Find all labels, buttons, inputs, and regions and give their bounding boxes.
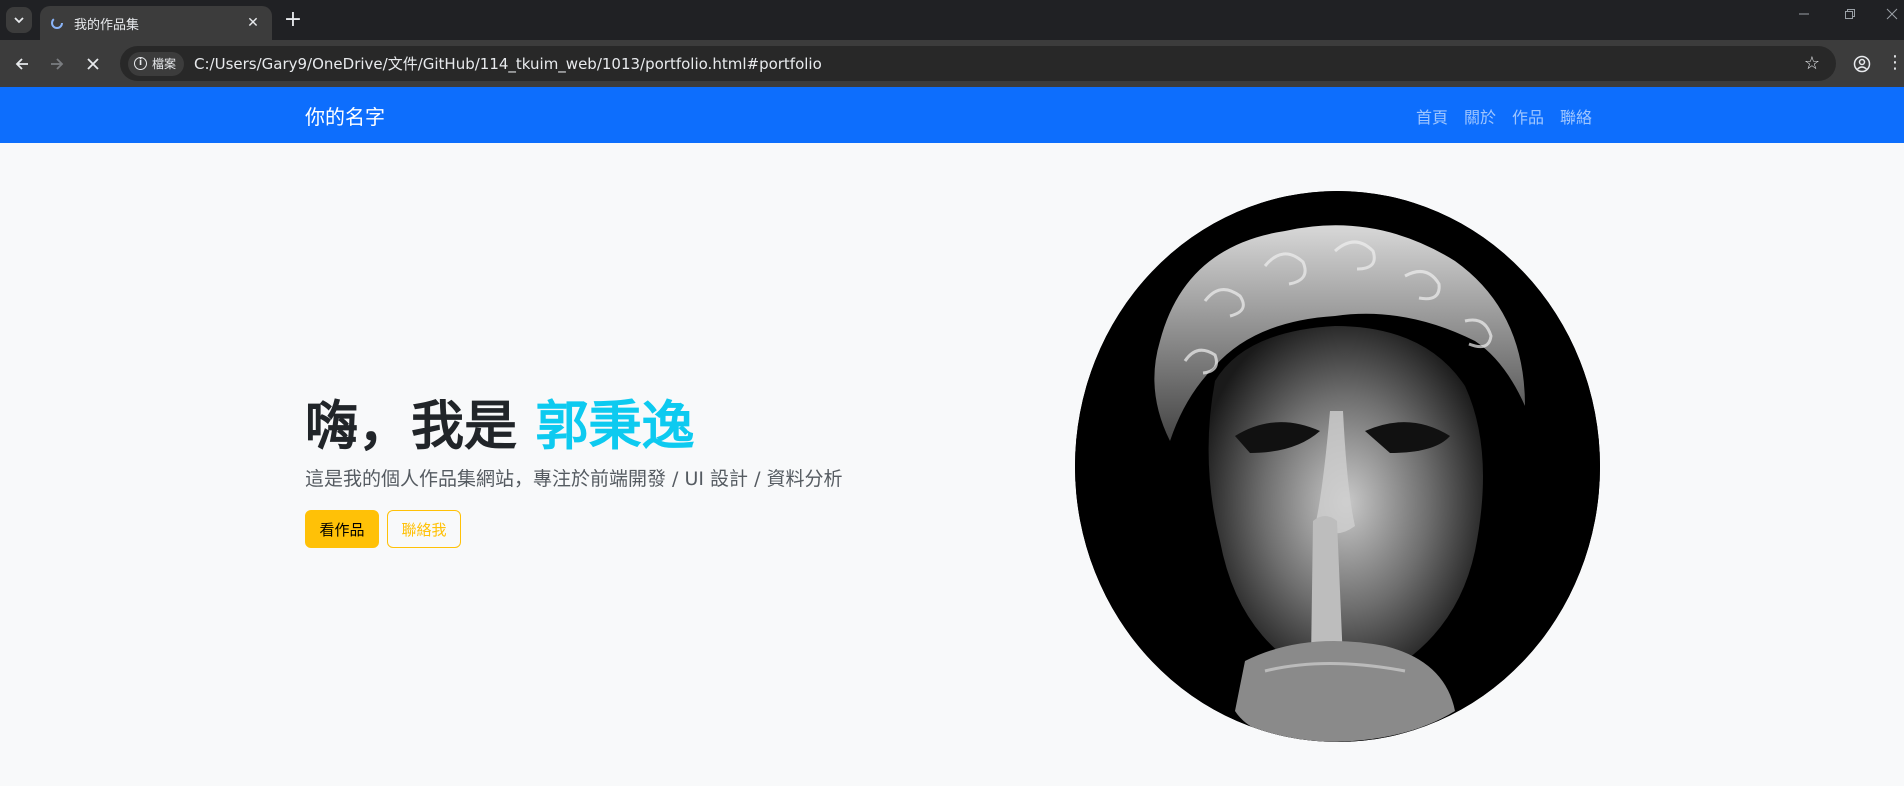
navbar-brand[interactable]: 你的名字 xyxy=(305,101,385,130)
close-window-icon[interactable] xyxy=(1880,8,1904,24)
contact-me-button[interactable]: 聯絡我 xyxy=(387,510,461,548)
nav-link-portfolio[interactable]: 作品 xyxy=(1512,104,1544,128)
stop-loading-button[interactable] xyxy=(79,50,107,78)
arrow-left-icon xyxy=(15,58,28,70)
site-navbar: 你的名字 首頁 關於 作品 聯絡 xyxy=(0,87,1904,143)
stop-x-icon xyxy=(87,58,99,70)
browser-toolbar: i 檔案 C:/Users/Gary9/OneDrive/文件/GitHub/1… xyxy=(0,40,1904,87)
hero-greeting: 嗨，我是 xyxy=(305,396,536,457)
hero-name: 郭秉逸 xyxy=(535,396,695,457)
arrow-right-icon xyxy=(51,58,64,70)
new-tab-button[interactable]: + xyxy=(280,8,306,34)
info-icon: i xyxy=(134,57,147,70)
restore-icon[interactable] xyxy=(1838,8,1862,24)
back-button[interactable] xyxy=(8,50,36,78)
more-menu-icon[interactable]: ⋮ xyxy=(1886,52,1904,73)
hero-title: 嗨，我是 郭秉逸 xyxy=(305,384,694,460)
address-bar[interactable]: i 檔案 C:/Users/Gary9/OneDrive/文件/GitHub/1… xyxy=(120,46,1836,81)
scheme-label: 檔案 xyxy=(152,57,177,71)
minimize-icon[interactable] xyxy=(1792,8,1816,24)
site-info-chip[interactable]: i 檔案 xyxy=(128,51,185,76)
close-tab-icon[interactable]: ✕ xyxy=(244,14,262,32)
view-portfolio-button[interactable]: 看作品 xyxy=(305,510,379,548)
browser-tab-bar: 我的作品集 ✕ + xyxy=(0,0,1904,40)
chevron-down-icon xyxy=(14,16,24,23)
loading-spinner-icon xyxy=(50,16,64,30)
profile-portrait xyxy=(1075,191,1600,742)
bookmark-star-icon[interactable]: ☆ xyxy=(1804,53,1820,74)
url-text[interactable]: C:/Users/Gary9/OneDrive/文件/GitHub/114_tk… xyxy=(194,53,822,74)
profile-icon[interactable] xyxy=(1848,50,1876,78)
nav-link-contact[interactable]: 聯絡 xyxy=(1560,104,1592,128)
nav-link-about[interactable]: 關於 xyxy=(1464,104,1496,128)
tab-title: 我的作品集 xyxy=(74,17,140,33)
forward-button[interactable] xyxy=(43,50,71,78)
navbar-links: 首頁 關於 作品 聯絡 xyxy=(1416,104,1592,128)
browser-tab[interactable]: 我的作品集 ✕ xyxy=(40,6,272,40)
hero-subtitle: 這是我的個人作品集網站，專注於前端開發 / UI 設計 / 資料分析 xyxy=(305,468,843,490)
nav-link-home[interactable]: 首頁 xyxy=(1416,104,1448,128)
tab-search-button[interactable] xyxy=(6,7,32,33)
